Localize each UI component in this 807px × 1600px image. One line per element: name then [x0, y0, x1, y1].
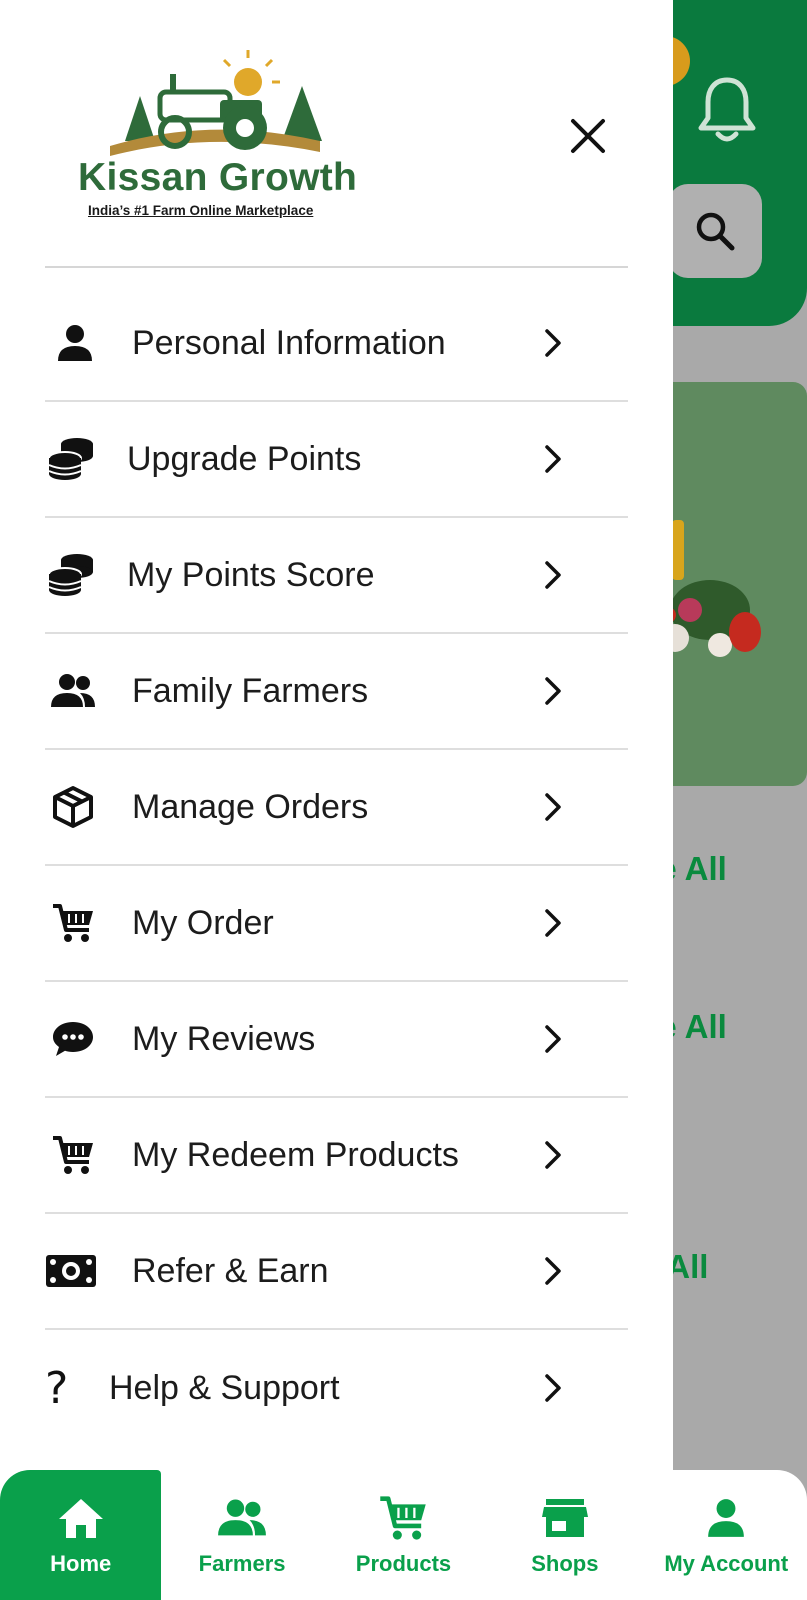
bottom-navigation: Home Farmers Products Shops My Account [0, 1470, 807, 1600]
nav-item-my-account[interactable]: My Account [646, 1470, 807, 1600]
menu-item-label: My Reviews [132, 1019, 316, 1058]
person-icon [701, 1493, 751, 1543]
person-icon [49, 317, 101, 369]
brand-tagline: India’s #1 Farm Online Marketplace [88, 203, 314, 218]
menu-item-label: Refer & Earn [132, 1251, 329, 1290]
drawer-menu: Personal Information Upgrade Points My P… [45, 286, 628, 1446]
group-icon [217, 1493, 267, 1543]
nav-label: Products [355, 1551, 452, 1576]
shop-icon [540, 1493, 590, 1543]
vegetables-image [660, 520, 770, 670]
search-button[interactable] [668, 184, 762, 278]
chevron-right-icon [535, 441, 571, 477]
home-icon [56, 1493, 106, 1543]
menu-item-personal-information[interactable]: Personal Information [45, 286, 628, 402]
tractor-logo-icon [110, 50, 322, 156]
nav-item-farmers[interactable]: Farmers [161, 1470, 322, 1600]
box-icon [47, 781, 99, 833]
menu-item-my-redeem-products[interactable]: My Redeem Products [45, 1098, 628, 1214]
coins-icon [45, 549, 97, 601]
close-icon [571, 119, 605, 153]
menu-item-my-order[interactable]: My Order [45, 866, 628, 982]
cart-icon [378, 1493, 428, 1543]
nav-item-shops[interactable]: Shops [484, 1470, 645, 1600]
chevron-right-icon [535, 673, 571, 709]
question-icon: ? [45, 1362, 69, 1414]
notification-bell-icon[interactable] [696, 74, 758, 144]
chevron-right-icon [535, 789, 571, 825]
group-icon [47, 665, 99, 717]
divider [45, 266, 628, 268]
nav-item-home[interactable]: Home [0, 1470, 162, 1600]
nav-label: Home [50, 1551, 112, 1576]
chevron-right-icon [535, 557, 571, 593]
menu-item-label: Family Farmers [132, 671, 369, 710]
chevron-right-icon [535, 1137, 571, 1173]
cart-icon [47, 1129, 99, 1181]
menu-item-family-farmers[interactable]: Family Farmers [45, 634, 628, 750]
menu-item-label: My Points Score [127, 555, 375, 594]
menu-item-help-support[interactable]: ? Help & Support [45, 1330, 628, 1446]
menu-item-label: My Redeem Products [132, 1135, 459, 1174]
app-logo: Kissan Growth India’s #1 Farm Online Mar… [70, 46, 370, 221]
menu-item-manage-orders[interactable]: Manage Orders [45, 750, 628, 866]
chevron-right-icon [535, 325, 571, 361]
cart-icon [47, 897, 99, 949]
brand-name: Kissan Growth [78, 156, 358, 199]
nav-item-products[interactable]: Products [323, 1470, 484, 1600]
chevron-right-icon [535, 1021, 571, 1057]
menu-item-my-points-score[interactable]: My Points Score [45, 518, 628, 634]
close-drawer-button[interactable] [560, 108, 616, 164]
nav-label: Shops [531, 1551, 599, 1576]
money-icon [45, 1245, 97, 1297]
menu-item-upgrade-points[interactable]: Upgrade Points [45, 402, 628, 518]
chevron-right-icon [535, 905, 571, 941]
coins-icon [45, 433, 97, 485]
chevron-right-icon [535, 1253, 571, 1289]
nav-label: My Account [664, 1551, 789, 1576]
menu-item-label: Upgrade Points [127, 439, 362, 478]
menu-item-label: Help & Support [109, 1368, 340, 1407]
search-icon [696, 212, 735, 251]
navigation-drawer: Kissan Growth India’s #1 Farm Online Mar… [0, 0, 673, 1470]
chat-bubble-icon [47, 1013, 99, 1065]
chevron-right-icon [535, 1370, 571, 1406]
menu-item-refer-earn[interactable]: Refer & Earn [45, 1214, 628, 1330]
menu-item-label: Personal Information [132, 323, 446, 362]
nav-label: Farmers [198, 1551, 286, 1576]
menu-item-my-reviews[interactable]: My Reviews [45, 982, 628, 1098]
menu-item-label: My Order [132, 903, 274, 942]
menu-item-label: Manage Orders [132, 787, 369, 826]
